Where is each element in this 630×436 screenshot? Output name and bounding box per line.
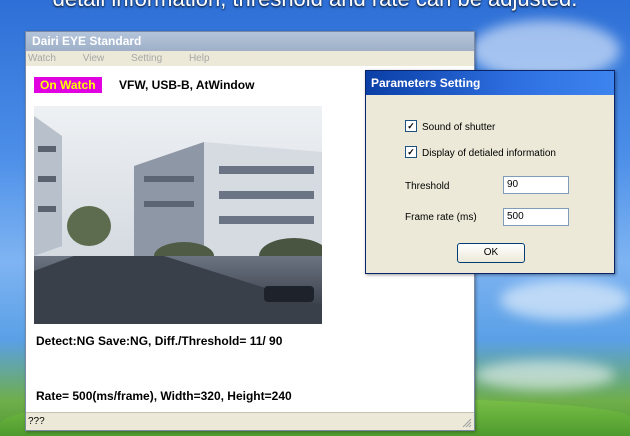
menu-setting[interactable]: Setting bbox=[131, 51, 162, 66]
threshold-input[interactable]: 90 bbox=[503, 176, 569, 194]
watch-status-badge: On Watch bbox=[34, 77, 102, 93]
sound-of-shutter-checkbox[interactable]: ✓ Sound of shutter bbox=[405, 120, 496, 134]
frame-rate-input[interactable]: 500 bbox=[503, 208, 569, 226]
display-detail-label: Display of detialed information bbox=[422, 148, 556, 159]
checkbox-checked-icon[interactable]: ✓ bbox=[405, 146, 417, 159]
menu-view[interactable]: View bbox=[83, 51, 105, 66]
resize-grip-icon[interactable] bbox=[461, 417, 472, 428]
dialog-title: Parameters Setting bbox=[366, 71, 614, 95]
main-window-title: Dairi EYE Standard bbox=[26, 32, 474, 51]
menu-help[interactable]: Help bbox=[189, 51, 210, 66]
camera-view bbox=[34, 106, 322, 324]
desktop-cloud bbox=[500, 280, 630, 320]
camera-image bbox=[34, 106, 322, 324]
desktop-cloud bbox=[475, 360, 615, 390]
detect-status-text: Detect:NG Save:NG, Diff./Threshold= 11/ … bbox=[36, 334, 283, 348]
device-info-text: VFW, USB-B, AtWindow bbox=[119, 78, 255, 92]
status-text: ??? bbox=[28, 416, 45, 427]
menu-watch[interactable]: Watch bbox=[28, 51, 56, 66]
rate-info-text: Rate= 500(ms/frame), Width=320, Height=2… bbox=[36, 389, 292, 403]
threshold-label: Threshold bbox=[405, 181, 450, 192]
sound-of-shutter-label: Sound of shutter bbox=[422, 122, 496, 133]
ok-button[interactable]: OK bbox=[457, 243, 525, 263]
frame-rate-label: Frame rate (ms) bbox=[405, 212, 477, 223]
menu-bar: Watch View Setting Help bbox=[26, 51, 474, 66]
display-detail-checkbox[interactable]: ✓ Display of detialed information bbox=[405, 146, 556, 160]
parameters-dialog: Parameters Setting ✓ Sound of shutter ✓ Di… bbox=[365, 70, 615, 274]
caption-text: detail information, threshold and rate c… bbox=[0, 0, 630, 12]
checkbox-checked-icon[interactable]: ✓ bbox=[405, 120, 417, 133]
status-bar: ??? bbox=[26, 412, 474, 430]
